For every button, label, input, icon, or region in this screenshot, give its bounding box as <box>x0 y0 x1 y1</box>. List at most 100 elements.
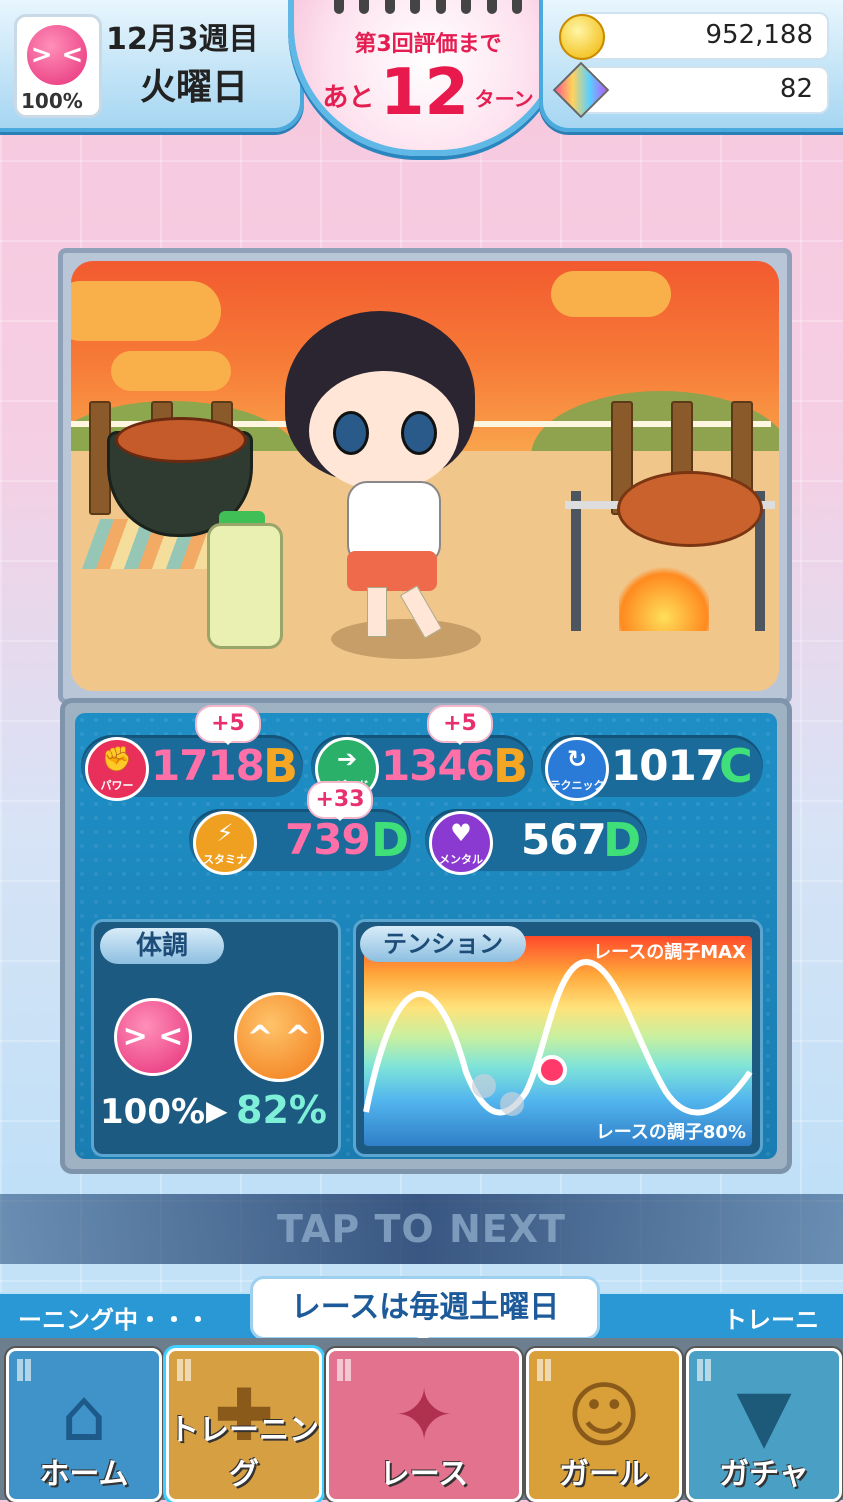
condition-face-before-icon: > < <box>114 998 192 1076</box>
speed-value: 1346 <box>381 741 495 790</box>
shirt-icon: ▼ <box>736 1373 792 1457</box>
mood-percent: 100% <box>21 89 83 113</box>
date-panel: > < 100% 12月3週目 火曜日 <box>0 0 304 132</box>
gem-icon <box>552 61 610 119</box>
character-eye <box>401 411 437 455</box>
training-scene <box>71 261 779 691</box>
nav-race-button[interactable]: ✦ レース <box>326 1348 522 1502</box>
nav-girl-button[interactable]: ☺ ガール <box>526 1348 682 1502</box>
roasting-meat <box>617 471 763 547</box>
stamina-grade: D <box>371 813 410 867</box>
stat-power: ✊ パワー 1718 B <box>81 735 303 801</box>
ticker-text-right: トレーニ <box>723 1306 819 1334</box>
evaluation-title: 第3回評価まで <box>354 32 502 57</box>
character-eye <box>333 411 369 455</box>
condition-title: 体調 <box>100 928 224 964</box>
fist-icon: ✊ <box>102 745 132 773</box>
nav-training-label: トレーニング <box>169 1413 319 1492</box>
power-icon: ✊ パワー <box>85 737 149 801</box>
evaluation-suffix: ターン <box>474 87 534 111</box>
speed-grade: B <box>493 739 529 793</box>
nav-girl-label: ガール <box>559 1457 649 1492</box>
mental-icon: ♥ メンタル <box>429 811 493 875</box>
mental-value: 567 <box>521 815 607 864</box>
drink-bottle <box>207 523 283 649</box>
mental-label: メンタル <box>439 853 483 866</box>
coin-amount: 952,188 <box>705 20 813 50</box>
condition-to: 82% <box>236 1088 327 1132</box>
gem-counter[interactable]: 82 <box>552 61 829 119</box>
power-label: パワー <box>100 779 134 792</box>
character-shadow <box>331 619 481 659</box>
lightning-icon: ⚡ <box>216 819 234 847</box>
swirl-icon: ↻ <box>566 745 588 773</box>
gem-amount: 82 <box>779 74 813 104</box>
technique-value: 1017 <box>611 741 725 790</box>
stamina-icon: ⚡ スタミナ <box>193 811 257 875</box>
stats-panel-inner: ✊ パワー 1718 B +5 ➔ スピード 1346 B +5 ↻ テクニック… <box>75 705 777 1159</box>
speed-bonus: +5 <box>427 705 493 745</box>
date-week: 12月3週目 <box>106 22 259 57</box>
ticker-text-left: ーニング中・・・ <box>18 1306 210 1334</box>
heart-icon: ♥ <box>450 819 472 847</box>
evaluation-turns: 12 <box>379 56 470 130</box>
power-value: 1718 <box>151 741 265 790</box>
home-icon: ⌂ <box>61 1373 107 1457</box>
runner-icon: ✦ <box>393 1373 455 1457</box>
training-scene-frame <box>58 248 792 704</box>
campfire <box>619 561 709 631</box>
tension-current-label: レースの調子80% <box>595 1122 746 1143</box>
tension-max-label: レースの調子MAX <box>593 942 746 963</box>
evaluation-turns-line: あと 12 ターン <box>294 56 562 130</box>
stamina-bonus: +33 <box>307 781 373 821</box>
stamina-value: 739 <box>285 815 371 864</box>
coin-icon <box>559 14 605 60</box>
tension-box: テンション レースの調子MAX レースの調子80% <box>353 919 763 1157</box>
nav-race-label: レース <box>379 1457 469 1492</box>
stats-panel: ✊ パワー 1718 B +5 ➔ スピード 1346 B +5 ↻ テクニック… <box>60 698 792 1174</box>
condition-box: 体調 > < ^ ^ 100% ▶ 82% <box>91 919 341 1157</box>
spit-stand <box>571 491 581 631</box>
technique-grade: C <box>719 739 753 793</box>
tension-past-marker <box>500 1092 524 1116</box>
cloud <box>551 271 671 317</box>
condition-arrow-icon: ▶ <box>206 1094 228 1127</box>
technique-label: テクニック <box>549 779 605 792</box>
nav-gacha-label: ガチャ <box>719 1457 809 1492</box>
coin-counter[interactable]: 952,188 <box>559 12 829 60</box>
character-shorts <box>347 551 437 591</box>
girl-icon: ☺ <box>566 1373 642 1457</box>
weekday-label: 火曜日 <box>140 67 249 108</box>
cloud <box>71 281 221 341</box>
character-leg <box>367 587 387 637</box>
mood-indicator[interactable]: > < 100% <box>14 14 102 118</box>
cloud <box>111 351 231 391</box>
technique-icon: ↻ テクニック <box>545 737 609 801</box>
stat-mental: ♥ メンタル 567 D <box>425 809 647 875</box>
tension-title: テンション <box>360 926 526 962</box>
tension-past-marker <box>472 1074 496 1098</box>
condition-from: 100% <box>100 1092 206 1132</box>
evaluation-prefix: あと <box>322 83 375 113</box>
shoe-icon: ➔ <box>336 745 358 773</box>
nav-gacha-button[interactable]: ▼ ガチャ <box>686 1348 842 1502</box>
tension-curve <box>363 958 753 1116</box>
stat-stamina: ⚡ スタミナ 739 D <box>189 809 411 875</box>
race-notice-bubble: レースは毎週土曜日 <box>250 1276 600 1343</box>
stat-technique: ↻ テクニック 1017 C <box>541 735 763 801</box>
bowl-topping <box>115 417 247 463</box>
tap-to-next-button[interactable]: TAP TO NEXT <box>0 1194 843 1264</box>
nav-home-button[interactable]: ⌂ ホーム <box>6 1348 162 1502</box>
power-bonus: +5 <box>195 705 261 745</box>
power-grade: B <box>263 739 299 793</box>
binder-rings <box>334 0 522 14</box>
currency-panel: 952,188 82 <box>539 0 843 132</box>
condition-face-after-icon: ^ ^ <box>234 992 324 1082</box>
stamina-label: スタミナ <box>203 853 247 866</box>
mental-grade: D <box>603 813 642 867</box>
nav-home-label: ホーム <box>39 1457 129 1492</box>
mood-face-icon: > < <box>27 25 87 85</box>
tension-current-marker <box>537 1055 567 1085</box>
nav-training-button[interactable]: ✚ トレーニング <box>166 1348 322 1502</box>
bottom-nav: ⌂ ホーム ✚ トレーニング ✦ レース ☺ ガール ▼ ガチャ <box>0 1338 843 1502</box>
